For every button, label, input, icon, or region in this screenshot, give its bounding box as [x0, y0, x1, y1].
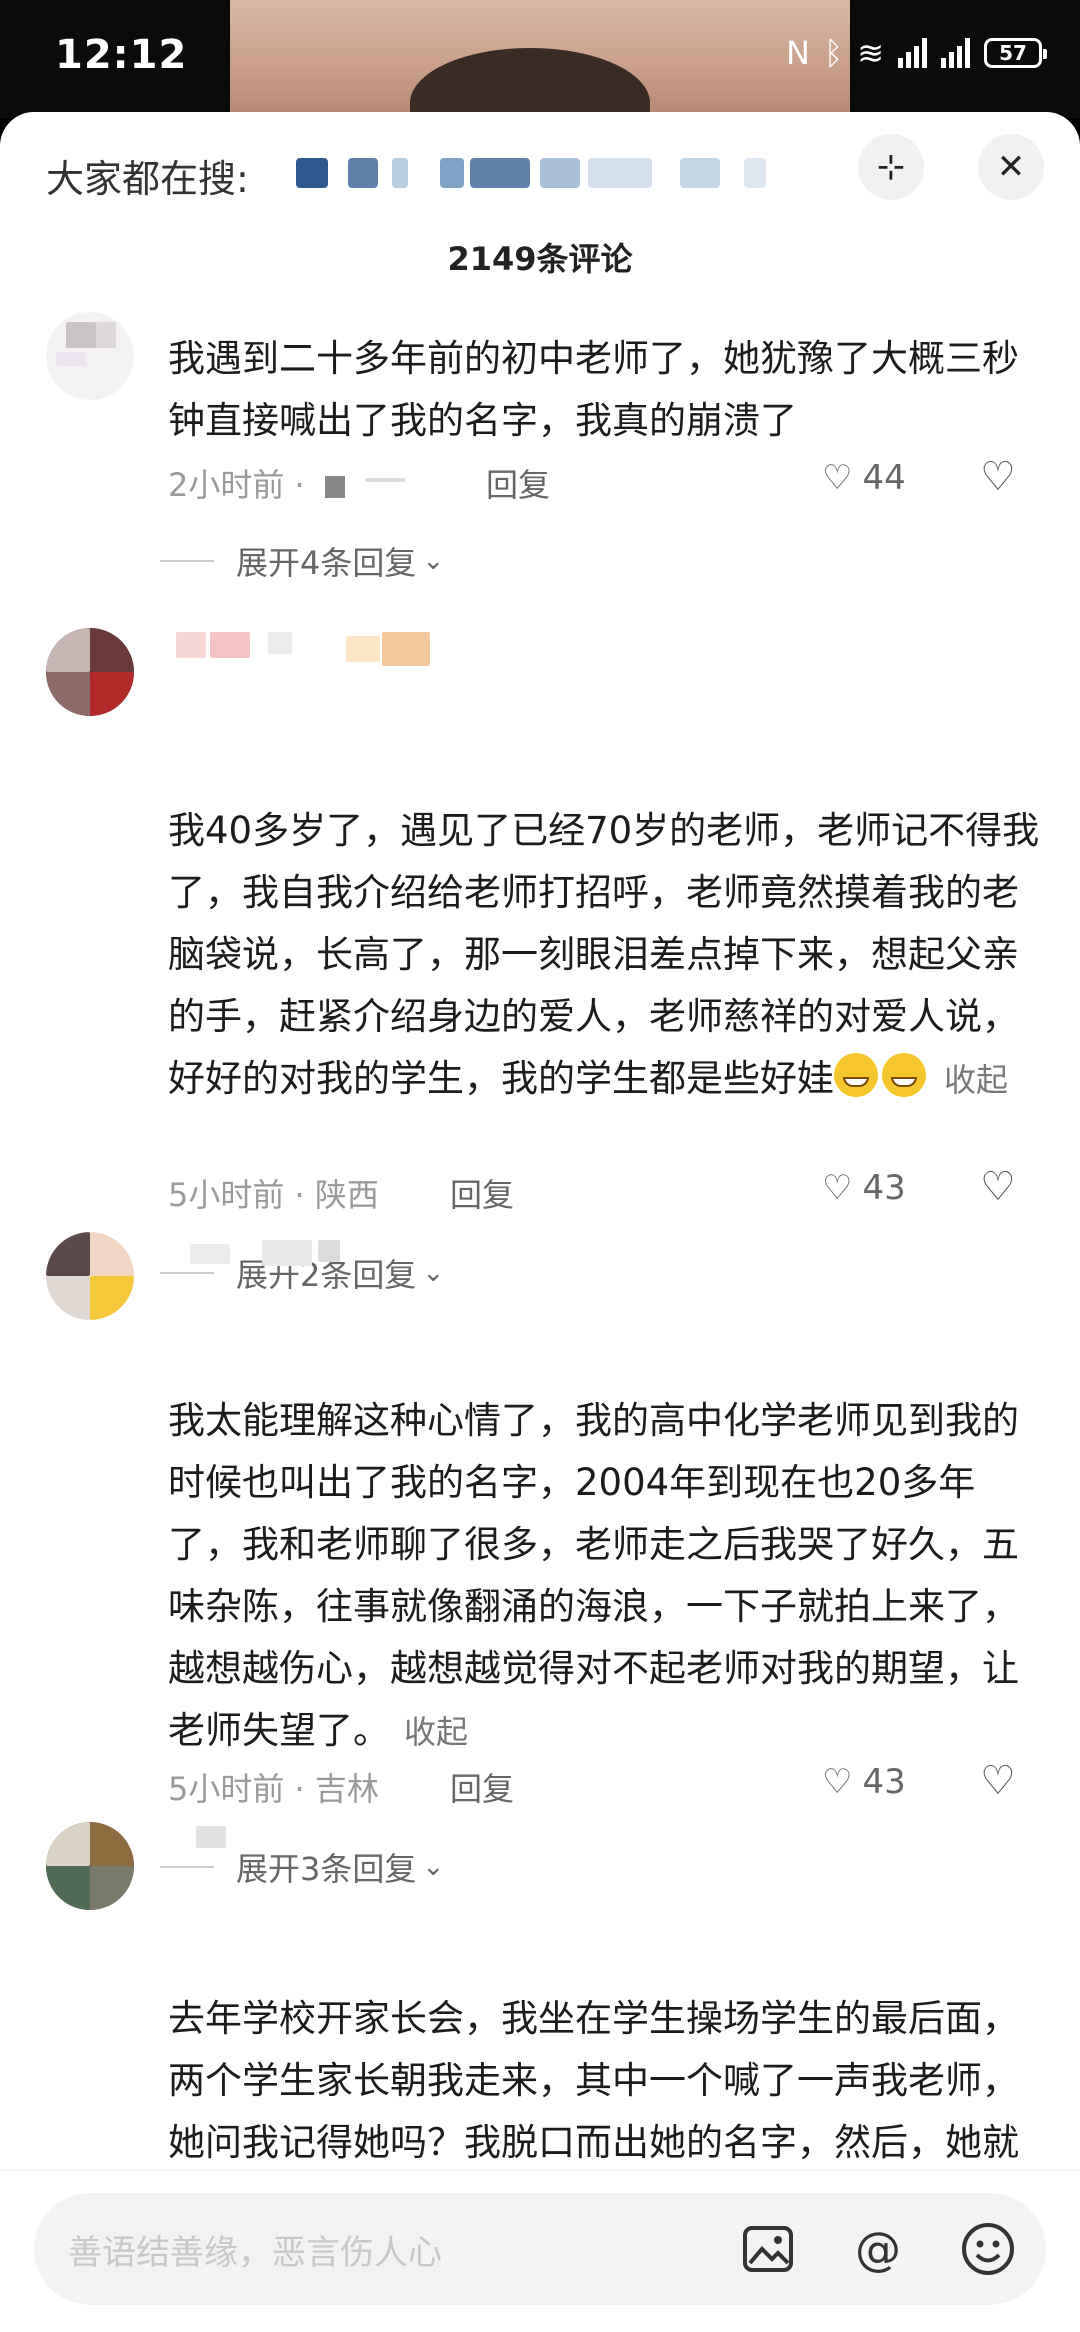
battery-icon: 57 [984, 38, 1047, 68]
avatar[interactable] [46, 628, 134, 716]
chevron-down-icon: ⌄ [422, 1258, 445, 1288]
comment-count: 2149条评论 [447, 240, 633, 278]
collapse-link[interactable]: 收起 [404, 1713, 468, 1751]
close-button[interactable]: ✕ [978, 134, 1044, 200]
reply-button[interactable]: 回复 [450, 1764, 514, 1810]
minimize-icon: ⊹ [876, 147, 906, 187]
signal-icon-2 [941, 38, 970, 68]
dislike-button[interactable]: ♡ [980, 454, 1016, 500]
avatar[interactable] [46, 312, 134, 400]
broken-heart-icon: ♡ [980, 454, 1016, 500]
bluetooth-icon: ᛒ [823, 34, 844, 72]
comment-time: 5小时前 · 吉林 [168, 1770, 379, 1808]
dislike-button[interactable]: ♡ [980, 1758, 1016, 1804]
grin-emoji-icon [882, 1053, 926, 1097]
reply-button[interactable]: 回复 [450, 1170, 514, 1216]
video-preview[interactable] [230, 0, 850, 158]
heart-icon: ♡ [822, 1762, 853, 1802]
broken-heart-icon: ♡ [980, 1164, 1016, 1210]
comment-time: 5小时前 · 陕西 [168, 1176, 379, 1214]
avatar[interactable] [46, 1232, 134, 1320]
comment-text: 我40多岁了，遇见了已经70岁的老师，老师记不得我了，我自我介绍给老师打招呼，老… [168, 809, 1040, 1100]
image-icon[interactable] [736, 2217, 800, 2281]
dislike-button[interactable]: ♡ [980, 1164, 1016, 1210]
comment-input-bar: 善语结善缘，恶言伤人心 @ [0, 2170, 1080, 2332]
at-icon[interactable]: @ [846, 2217, 910, 2281]
like-button[interactable]: ♡ 43 [822, 1168, 906, 1208]
expand-replies[interactable]: 展开3条回复 ⌄ [160, 1844, 444, 1890]
chevron-down-icon: ⌄ [422, 546, 445, 576]
heart-icon: ♡ [822, 1168, 853, 1208]
grin-emoji-icon [834, 1053, 878, 1097]
expand-replies[interactable]: 展开4条回复 ⌄ [160, 538, 444, 584]
wifi-icon: ≋ [857, 34, 884, 72]
reply-button[interactable]: 回复 [486, 460, 550, 506]
comment-sheet: 大家都在搜: ⊹ ✕ 2149条评论 我遇到二十多年前的初中老师了，她犹豫了大概… [0, 112, 1080, 2331]
minimize-button[interactable]: ⊹ [858, 134, 924, 200]
comment-time: 2小时前 · [168, 460, 405, 506]
search-hint-label: 大家都在搜: [46, 157, 249, 201]
comment-text: 我太能理解这种心情了，我的高中化学老师见到我的时候也叫出了我的名字，2004年到… [168, 1399, 1019, 1752]
nfc-icon: N [786, 34, 810, 72]
like-button[interactable]: ♡ 43 [822, 1762, 906, 1802]
collapse-link[interactable]: 收起 [944, 1061, 1008, 1099]
close-icon: ✕ [996, 147, 1026, 187]
comment-text: 我遇到二十多年前的初中老师了，她犹豫了大概三秒钟直接喊出了我的名字，我真的崩溃了 [168, 337, 1019, 442]
chevron-down-icon: ⌄ [422, 1852, 445, 1882]
broken-heart-icon: ♡ [980, 1758, 1016, 1804]
avatar[interactable] [46, 1822, 134, 1910]
smile-icon[interactable] [956, 2217, 1020, 2281]
status-icons: N ᛒ ≋ 57 [786, 34, 1047, 72]
heart-icon: ♡ [822, 458, 853, 498]
status-time: 12:12 [55, 32, 188, 78]
input-placeholder: 善语结善缘，恶言伤人心 [68, 2233, 442, 2273]
signal-icon [898, 38, 927, 68]
like-button[interactable]: ♡ 44 [822, 458, 906, 498]
status-bar: 12:12 N ᛒ ≋ 57 [0, 0, 1080, 158]
